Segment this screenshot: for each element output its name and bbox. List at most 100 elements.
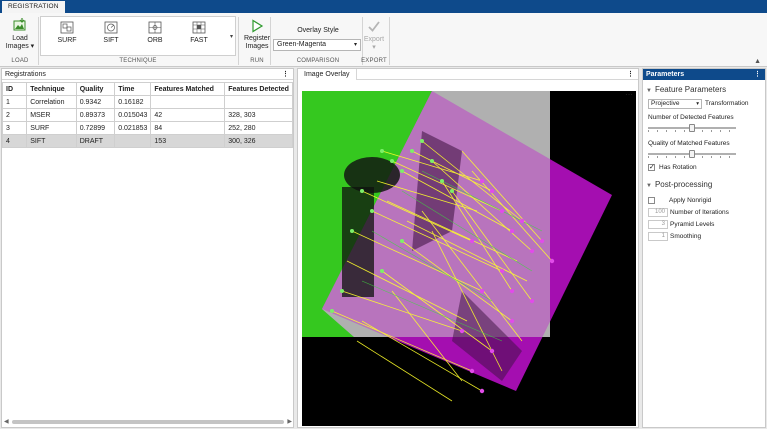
table-cell: 300, 326 bbox=[224, 134, 293, 148]
feature-parameters-title: Feature Parameters bbox=[654, 85, 727, 94]
parameters-header: Parameters ⋮ bbox=[643, 69, 765, 80]
technique-orb-label: ORB bbox=[147, 37, 163, 44]
table-cell bbox=[114, 134, 152, 148]
slider-thumb[interactable] bbox=[689, 124, 695, 132]
table-cell bbox=[224, 95, 293, 109]
table-cell: 0.021853 bbox=[114, 121, 152, 135]
matched-quality-label: Quality of Matched Features bbox=[648, 140, 730, 147]
pyramid-levels-field[interactable]: 3 bbox=[648, 220, 668, 229]
table-cell: 0.89373 bbox=[75, 108, 116, 122]
registered-image-canvas[interactable]: ⋯ bbox=[302, 90, 636, 426]
table-row[interactable]: 3 SURF 0.72899 0.021853 84 252, 280 bbox=[1, 121, 293, 135]
separator bbox=[238, 17, 239, 65]
play-icon bbox=[252, 19, 264, 33]
table-header-row: ID Technique Quality Time Features Match… bbox=[1, 82, 293, 96]
load-label-1: Load bbox=[12, 35, 28, 42]
technique-sift[interactable]: SIFT bbox=[89, 20, 133, 54]
chevron-down-icon: ▼ bbox=[646, 88, 652, 94]
pyramid-levels-label: Pyramid Levels bbox=[670, 221, 715, 228]
overlay-style-value: Green-Magenta bbox=[277, 41, 327, 48]
post-processing-title: Post-processing bbox=[654, 180, 713, 189]
panel-menu-icon[interactable]: ⋮ bbox=[754, 69, 761, 80]
technique-fast[interactable]: FAST bbox=[177, 20, 221, 54]
transformation-label: Transformation bbox=[705, 100, 749, 107]
technique-surf[interactable]: SURF bbox=[45, 20, 89, 54]
group-label-load: LOAD bbox=[11, 58, 29, 64]
more-options-icon[interactable]: ⋯ bbox=[625, 90, 633, 99]
iterations-field[interactable]: 100 bbox=[648, 208, 668, 217]
table-cell: 328, 303 bbox=[224, 108, 293, 122]
table-cell: Correlation bbox=[26, 95, 77, 109]
image-overlay-panel: Image Overlay ⋮ ⋯ bbox=[297, 68, 639, 428]
orb-icon bbox=[148, 21, 162, 34]
column-header[interactable]: Quality bbox=[75, 82, 116, 96]
register-images-button[interactable]: Register Images bbox=[240, 16, 274, 58]
group-label-export: EXPORT bbox=[361, 58, 387, 64]
table-cell: 0.015043 bbox=[114, 108, 152, 122]
has-rotation-label: Has Rotation bbox=[659, 164, 697, 171]
table-cell: SIFT bbox=[26, 134, 77, 148]
technique-orb[interactable]: ORB bbox=[133, 20, 177, 54]
group-label-technique: TECHNIQUE bbox=[119, 58, 157, 64]
column-header[interactable]: Technique bbox=[26, 82, 77, 96]
has-rotation-checkbox[interactable] bbox=[648, 163, 655, 171]
export-label: Export bbox=[363, 36, 385, 43]
overlay-image bbox=[302, 91, 636, 426]
chevron-down-icon: ▾ bbox=[353, 42, 357, 48]
overlay-style-dropdown[interactable]: Green-Magenta ▾ bbox=[273, 39, 361, 51]
panel-menu-icon[interactable]: ⋮ bbox=[282, 69, 289, 80]
apply-nonrigid-checkbox[interactable] bbox=[648, 197, 655, 204]
smoothing-field[interactable]: 1 bbox=[648, 232, 668, 241]
table-row[interactable]: 2 MSER 0.89373 0.015043 42 328, 303 bbox=[1, 108, 293, 122]
table-row[interactable]: 1 Correlation 0.9342 0.16182 bbox=[1, 95, 293, 109]
column-header[interactable]: Time bbox=[114, 82, 152, 96]
horizontal-scrollbar[interactable]: ◀ ▶ bbox=[4, 419, 292, 425]
detected-features-slider[interactable] bbox=[648, 124, 736, 132]
apply-nonrigid-label: Apply Nonrigid bbox=[669, 197, 712, 204]
table-cell: 0.9342 bbox=[75, 95, 116, 109]
detected-features-label: Number of Detected Features bbox=[648, 114, 734, 121]
export-button[interactable]: Export ▾ bbox=[360, 17, 388, 57]
gallery-expand-icon[interactable]: ▾ bbox=[230, 33, 233, 40]
tab-image-overlay[interactable]: Image Overlay bbox=[298, 69, 357, 80]
register-label-2: Images bbox=[245, 43, 269, 50]
load-images-button[interactable]: Load Images ▾ bbox=[4, 15, 36, 57]
table-cell bbox=[150, 95, 226, 109]
technique-fast-label: FAST bbox=[190, 37, 208, 44]
table-row-selected[interactable]: 4 SIFT DRAFT 153 300, 326 bbox=[1, 134, 293, 148]
column-header[interactable]: Features Detected bbox=[224, 82, 293, 96]
table-cell: 2 bbox=[1, 108, 28, 122]
scrollbar-thumb[interactable] bbox=[12, 420, 284, 424]
feature-parameters-section[interactable]: ▼ Feature Parameters bbox=[646, 85, 726, 94]
matched-quality-slider[interactable] bbox=[648, 150, 736, 158]
iterations-label: Number of Iterations bbox=[670, 209, 729, 216]
silhouette-dark bbox=[342, 187, 374, 297]
load-images-icon bbox=[13, 18, 26, 31]
surf-icon bbox=[60, 21, 74, 34]
parameters-title: Parameters bbox=[646, 71, 685, 78]
load-label-2: Images ▾ bbox=[5, 43, 35, 50]
overlay-style-label: Overlay Style bbox=[297, 27, 339, 34]
group-label-run: RUN bbox=[250, 58, 264, 64]
scroll-left-icon[interactable]: ◀ bbox=[4, 418, 9, 425]
tab-registration[interactable]: REGISTRATION bbox=[2, 1, 65, 13]
collapse-toolstrip-icon[interactable]: ▲ bbox=[754, 58, 761, 65]
table-cell: 0.16182 bbox=[114, 95, 152, 109]
separator bbox=[270, 17, 271, 65]
column-header[interactable]: ID bbox=[1, 82, 28, 96]
scroll-right-icon[interactable]: ▶ bbox=[287, 418, 292, 425]
slider-thumb[interactable] bbox=[689, 150, 695, 158]
column-header[interactable]: Features Matched bbox=[150, 82, 226, 96]
toolstrip: Load Images ▾ LOAD SURF SIFT ORB FAST ▾ … bbox=[0, 13, 767, 67]
registrations-header: Registrations ⋮ bbox=[2, 69, 293, 80]
transformation-dropdown[interactable]: Projective ▾ bbox=[648, 99, 702, 109]
app-tab-bar: REGISTRATION bbox=[0, 0, 767, 13]
export-caret: ▾ bbox=[372, 44, 376, 51]
separator bbox=[389, 17, 390, 65]
post-processing-section[interactable]: ▼ Post-processing bbox=[646, 180, 712, 189]
table-cell: DRAFT bbox=[75, 134, 116, 148]
panel-menu-icon[interactable]: ⋮ bbox=[627, 69, 634, 80]
smoothing-label: Smoothing bbox=[670, 233, 702, 240]
checkmark-icon bbox=[368, 21, 380, 32]
table-cell: 252, 280 bbox=[224, 121, 293, 135]
